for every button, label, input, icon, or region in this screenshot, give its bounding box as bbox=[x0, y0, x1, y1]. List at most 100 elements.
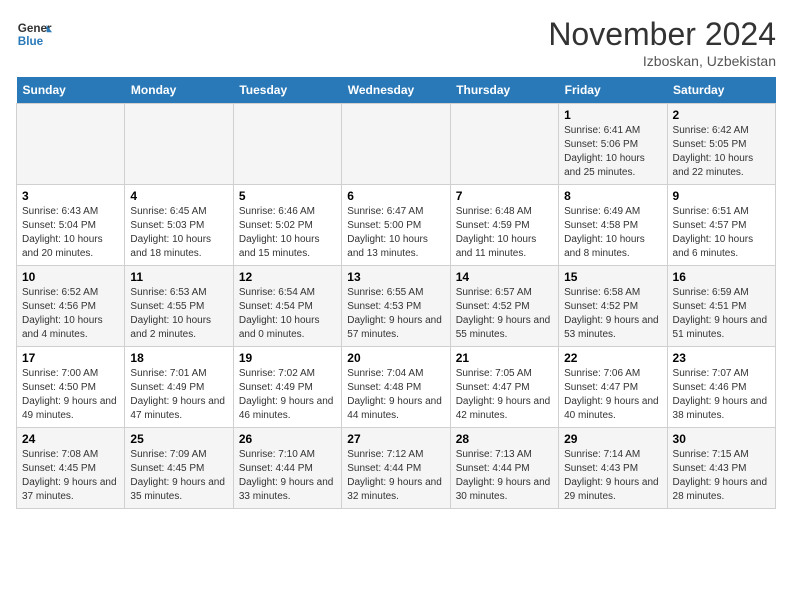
calendar-cell: 10 Sunrise: 6:52 AM Sunset: 4:56 PM Dayli… bbox=[17, 266, 125, 347]
day-info: Sunrise: 6:47 AM Sunset: 5:00 PM Dayligh… bbox=[347, 205, 444, 261]
title-block: November 2024 Izboskan, Uzbekistan bbox=[548, 16, 776, 69]
day-info: Sunrise: 7:15 AM Sunset: 4:43 PM Dayligh… bbox=[673, 448, 770, 504]
day-number: 11 bbox=[130, 270, 227, 284]
day-info: Sunrise: 6:57 AM Sunset: 4:52 PM Dayligh… bbox=[456, 286, 553, 342]
day-number: 9 bbox=[673, 189, 770, 203]
logo-icon: General Blue bbox=[16, 16, 52, 52]
weekday-header: Sunday bbox=[17, 77, 125, 104]
day-info: Sunrise: 6:53 AM Sunset: 4:55 PM Dayligh… bbox=[130, 286, 227, 342]
calendar-cell bbox=[450, 104, 558, 185]
calendar-cell: 7Sunrise: 6:48 AM Sunset: 4:59 PM Daylig… bbox=[450, 185, 558, 266]
logo: General Blue bbox=[16, 16, 52, 52]
calendar-week-row: 1 Sunrise: 6:41 AM Sunset: 5:06 PM Daylig… bbox=[17, 104, 776, 185]
day-number: 20 bbox=[347, 351, 444, 365]
day-info: Sunrise: 7:04 AM Sunset: 4:48 PM Dayligh… bbox=[347, 367, 444, 423]
calendar-cell: 21 Sunrise: 7:05 AM Sunset: 4:47 PM Dayli… bbox=[450, 347, 558, 428]
svg-text:Blue: Blue bbox=[18, 35, 44, 48]
calendar-cell: 5 Sunrise: 6:46 AM Sunset: 5:02 PM Daylig… bbox=[233, 185, 341, 266]
day-info: Sunrise: 7:10 AM Sunset: 4:44 PM Dayligh… bbox=[239, 448, 336, 504]
calendar-cell: 29 Sunrise: 7:14 AM Sunset: 4:43 PM Dayli… bbox=[559, 428, 667, 509]
page-header: General Blue November 2024 Izboskan, Uzb… bbox=[16, 16, 776, 69]
day-info: Sunrise: 6:52 AM Sunset: 4:56 PM Dayligh… bbox=[22, 286, 119, 342]
calendar-cell: 28Sunrise: 7:13 AM Sunset: 4:44 PM Dayli… bbox=[450, 428, 558, 509]
calendar-table: SundayMondayTuesdayWednesdayThursdayFrid… bbox=[16, 77, 776, 509]
calendar-cell: 26 Sunrise: 7:10 AM Sunset: 4:44 PM Dayli… bbox=[233, 428, 341, 509]
calendar-cell: 8Sunrise: 6:49 AM Sunset: 4:58 PM Daylig… bbox=[559, 185, 667, 266]
calendar-week-row: 24Sunrise: 7:08 AM Sunset: 4:45 PM Dayli… bbox=[17, 428, 776, 509]
calendar-cell: 12Sunrise: 6:54 AM Sunset: 4:54 PM Dayli… bbox=[233, 266, 341, 347]
calendar-cell: 9Sunrise: 6:51 AM Sunset: 4:57 PM Daylig… bbox=[667, 185, 775, 266]
calendar-cell: 22Sunrise: 7:06 AM Sunset: 4:47 PM Dayli… bbox=[559, 347, 667, 428]
calendar-cell: 19Sunrise: 7:02 AM Sunset: 4:49 PM Dayli… bbox=[233, 347, 341, 428]
calendar-cell: 1 Sunrise: 6:41 AM Sunset: 5:06 PM Daylig… bbox=[559, 104, 667, 185]
calendar-week-row: 3 Sunrise: 6:43 AM Sunset: 5:04 PM Daylig… bbox=[17, 185, 776, 266]
day-info: Sunrise: 7:07 AM Sunset: 4:46 PM Dayligh… bbox=[673, 367, 770, 423]
day-number: 4 bbox=[130, 189, 227, 203]
weekday-header: Wednesday bbox=[342, 77, 450, 104]
day-info: Sunrise: 6:54 AM Sunset: 4:54 PM Dayligh… bbox=[239, 286, 336, 342]
calendar-cell bbox=[125, 104, 233, 185]
calendar-cell: 3 Sunrise: 6:43 AM Sunset: 5:04 PM Daylig… bbox=[17, 185, 125, 266]
month-title: November 2024 bbox=[548, 16, 776, 53]
day-info: Sunrise: 6:46 AM Sunset: 5:02 PM Dayligh… bbox=[239, 205, 336, 261]
day-info: Sunrise: 6:42 AM Sunset: 5:05 PM Dayligh… bbox=[673, 124, 770, 180]
day-info: Sunrise: 6:59 AM Sunset: 4:51 PM Dayligh… bbox=[673, 286, 770, 342]
day-number: 14 bbox=[456, 270, 553, 284]
weekday-header: Friday bbox=[559, 77, 667, 104]
calendar-body: 1 Sunrise: 6:41 AM Sunset: 5:06 PM Daylig… bbox=[17, 104, 776, 509]
calendar-cell: 30 Sunrise: 7:15 AM Sunset: 4:43 PM Dayli… bbox=[667, 428, 775, 509]
day-number: 17 bbox=[22, 351, 119, 365]
day-info: Sunrise: 6:41 AM Sunset: 5:06 PM Dayligh… bbox=[564, 124, 661, 180]
day-number: 2 bbox=[673, 108, 770, 122]
day-number: 10 bbox=[22, 270, 119, 284]
day-number: 26 bbox=[239, 432, 336, 446]
day-number: 3 bbox=[22, 189, 119, 203]
day-info: Sunrise: 7:01 AM Sunset: 4:49 PM Dayligh… bbox=[130, 367, 227, 423]
day-number: 13 bbox=[347, 270, 444, 284]
calendar-cell: 16 Sunrise: 6:59 AM Sunset: 4:51 PM Dayli… bbox=[667, 266, 775, 347]
weekday-header: Thursday bbox=[450, 77, 558, 104]
calendar-week-row: 17 Sunrise: 7:00 AM Sunset: 4:50 PM Dayli… bbox=[17, 347, 776, 428]
day-number: 27 bbox=[347, 432, 444, 446]
day-info: Sunrise: 6:58 AM Sunset: 4:52 PM Dayligh… bbox=[564, 286, 661, 342]
weekday-row: SundayMondayTuesdayWednesdayThursdayFrid… bbox=[17, 77, 776, 104]
weekday-header: Tuesday bbox=[233, 77, 341, 104]
day-number: 21 bbox=[456, 351, 553, 365]
day-number: 5 bbox=[239, 189, 336, 203]
location: Izboskan, Uzbekistan bbox=[548, 53, 776, 69]
calendar-cell: 18Sunrise: 7:01 AM Sunset: 4:49 PM Dayli… bbox=[125, 347, 233, 428]
calendar-cell: 14 Sunrise: 6:57 AM Sunset: 4:52 PM Dayli… bbox=[450, 266, 558, 347]
calendar-cell: 25 Sunrise: 7:09 AM Sunset: 4:45 PM Dayli… bbox=[125, 428, 233, 509]
calendar-header: SundayMondayTuesdayWednesdayThursdayFrid… bbox=[17, 77, 776, 104]
day-info: Sunrise: 7:00 AM Sunset: 4:50 PM Dayligh… bbox=[22, 367, 119, 423]
calendar-cell: 4Sunrise: 6:45 AM Sunset: 5:03 PM Daylig… bbox=[125, 185, 233, 266]
day-info: Sunrise: 7:12 AM Sunset: 4:44 PM Dayligh… bbox=[347, 448, 444, 504]
day-number: 19 bbox=[239, 351, 336, 365]
day-number: 8 bbox=[564, 189, 661, 203]
calendar-cell: 2 Sunrise: 6:42 AM Sunset: 5:05 PM Daylig… bbox=[667, 104, 775, 185]
day-number: 1 bbox=[564, 108, 661, 122]
day-info: Sunrise: 7:08 AM Sunset: 4:45 PM Dayligh… bbox=[22, 448, 119, 504]
day-number: 30 bbox=[673, 432, 770, 446]
day-number: 16 bbox=[673, 270, 770, 284]
day-info: Sunrise: 7:09 AM Sunset: 4:45 PM Dayligh… bbox=[130, 448, 227, 504]
day-info: Sunrise: 7:13 AM Sunset: 4:44 PM Dayligh… bbox=[456, 448, 553, 504]
weekday-header: Monday bbox=[125, 77, 233, 104]
day-info: Sunrise: 7:14 AM Sunset: 4:43 PM Dayligh… bbox=[564, 448, 661, 504]
day-number: 25 bbox=[130, 432, 227, 446]
day-info: Sunrise: 7:06 AM Sunset: 4:47 PM Dayligh… bbox=[564, 367, 661, 423]
day-info: Sunrise: 7:05 AM Sunset: 4:47 PM Dayligh… bbox=[456, 367, 553, 423]
day-info: Sunrise: 6:43 AM Sunset: 5:04 PM Dayligh… bbox=[22, 205, 119, 261]
calendar-cell: 11 Sunrise: 6:53 AM Sunset: 4:55 PM Dayli… bbox=[125, 266, 233, 347]
calendar-cell: 15 Sunrise: 6:58 AM Sunset: 4:52 PM Dayli… bbox=[559, 266, 667, 347]
day-number: 23 bbox=[673, 351, 770, 365]
calendar-cell: 17 Sunrise: 7:00 AM Sunset: 4:50 PM Dayli… bbox=[17, 347, 125, 428]
calendar-cell: 23 Sunrise: 7:07 AM Sunset: 4:46 PM Dayli… bbox=[667, 347, 775, 428]
calendar-cell bbox=[233, 104, 341, 185]
calendar-cell: 27 Sunrise: 7:12 AM Sunset: 4:44 PM Dayli… bbox=[342, 428, 450, 509]
day-info: Sunrise: 6:48 AM Sunset: 4:59 PM Dayligh… bbox=[456, 205, 553, 261]
day-number: 6 bbox=[347, 189, 444, 203]
day-number: 15 bbox=[564, 270, 661, 284]
calendar-cell bbox=[342, 104, 450, 185]
day-number: 29 bbox=[564, 432, 661, 446]
